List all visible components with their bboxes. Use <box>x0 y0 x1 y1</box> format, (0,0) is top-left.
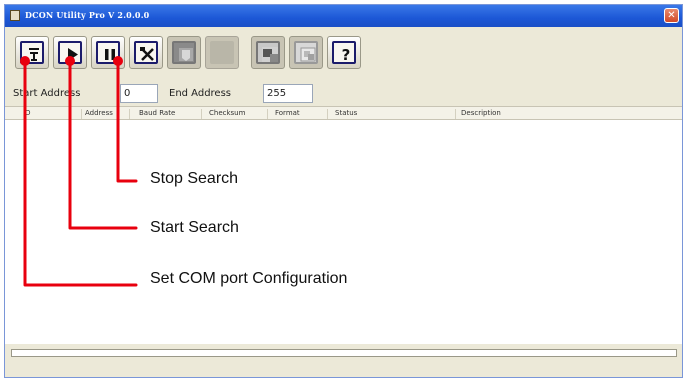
com-port-config-button[interactable] <box>15 36 49 69</box>
play-icon <box>68 48 78 61</box>
start-search-annotation: Start Search <box>150 219 239 236</box>
help-button[interactable]: ? <box>327 36 361 69</box>
column-address[interactable]: Address <box>85 109 130 119</box>
svg-text:?: ? <box>342 46 351 63</box>
address-row: Start Address 0 End Address 255 <box>5 82 682 106</box>
terminal-button[interactable] <box>251 36 285 69</box>
app-icon <box>10 10 20 21</box>
module-image-button[interactable] <box>167 36 201 69</box>
close-button[interactable]: ✕ <box>664 8 679 23</box>
dcon-utility-window: DCON Utility Pro V 2.0.0.0 ✕ ? Start Add… <box>4 4 683 378</box>
stop-search-button[interactable] <box>91 36 125 69</box>
end-address-label: End Address <box>169 88 232 99</box>
pause-icon <box>105 49 115 60</box>
column-baud-rate[interactable]: Baud Rate <box>139 109 202 119</box>
help-icon: ? <box>342 46 351 63</box>
start-search-button[interactable] <box>53 36 87 69</box>
end-address-field[interactable]: 255 <box>263 84 313 103</box>
module-image-icon <box>179 48 193 61</box>
disabled-button[interactable] <box>205 36 239 69</box>
terminal-icon <box>262 47 278 62</box>
start-address-field[interactable]: 0 <box>120 84 158 103</box>
serial-port-icon <box>29 48 39 61</box>
column-id[interactable]: ID <box>23 109 82 119</box>
start-address-label: Start Address <box>13 88 81 99</box>
module-list[interactable] <box>5 120 682 344</box>
tools-button[interactable] <box>129 36 163 69</box>
table-header: ID Address Baud Rate Checksum Format Sta… <box>5 106 682 120</box>
stop-search-annotation: Stop Search <box>150 170 239 187</box>
com-config-annotation: Set COM port Configuration <box>150 270 348 287</box>
progress-bar <box>11 349 677 357</box>
column-description[interactable]: Description <box>461 109 671 119</box>
title-bar: DCON Utility Pro V 2.0.0.0 ✕ <box>5 5 682 27</box>
toolbar: ? <box>5 34 682 72</box>
window-icon <box>300 47 316 62</box>
column-status[interactable]: Status <box>335 109 456 119</box>
column-format[interactable]: Format <box>275 109 328 119</box>
window-button[interactable] <box>289 36 323 69</box>
blank-icon <box>210 41 234 64</box>
column-checksum[interactable]: Checksum <box>209 109 268 119</box>
window-title: DCON Utility Pro V 2.0.0.0 <box>25 10 150 20</box>
status-panel <box>5 361 682 377</box>
tools-icon <box>140 47 154 61</box>
